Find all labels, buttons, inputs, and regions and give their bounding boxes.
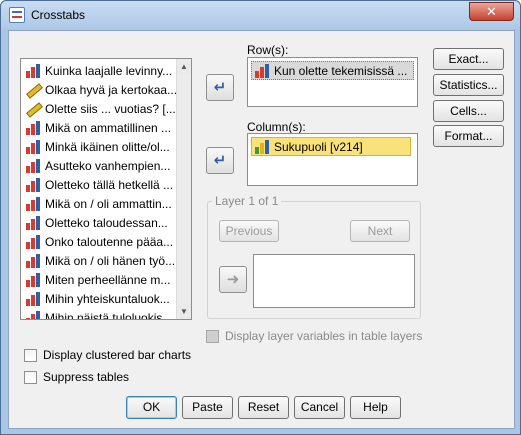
- variable-list-item[interactable]: Mihin näistä tuloluokis...: [21, 308, 178, 320]
- format-button[interactable]: Format...: [433, 125, 504, 147]
- dialog-body: Kuinka laajalle levinny... Olkaa hyvä ja …: [8, 30, 515, 429]
- variable-list-item[interactable]: Kuinka laajalle levinny...: [21, 61, 178, 80]
- variable-list-items: Kuinka laajalle levinny... Olkaa hyvä ja …: [21, 59, 178, 320]
- rows-list[interactable]: Kun olette tekemisissä ...: [247, 57, 418, 107]
- bar-chart-icon: [26, 158, 40, 173]
- crosstabs-window: Crosstabs ✕ Kuinka laajalle levinny... Ol…: [0, 0, 521, 435]
- variable-label: Oletteko taloudessan...: [45, 215, 168, 230]
- variable-list-item[interactable]: Oletteko tällä hetkellä ...: [21, 175, 178, 194]
- columns-item-label: Sukupuoli [v214]: [274, 139, 363, 154]
- reset-button[interactable]: Reset: [238, 396, 289, 419]
- bar-chart-icon: [26, 196, 40, 211]
- columns-label: Column(s):: [247, 120, 306, 134]
- statistics-button[interactable]: Statistics...: [433, 74, 504, 96]
- ok-button[interactable]: OK: [126, 396, 177, 419]
- bar-chart-icon: [26, 139, 40, 154]
- layer-list[interactable]: [253, 254, 415, 308]
- bar-chart-icon: [26, 177, 40, 192]
- crosstabs-app-icon: [9, 7, 25, 23]
- display-layer-variables-row: Display layer variables in table layers: [206, 329, 422, 343]
- variable-list-item[interactable]: Mihin yhteiskuntaluok...: [21, 289, 178, 308]
- ruler-icon: [26, 102, 40, 116]
- variable-list-item[interactable]: Asutteko vanhempien...: [21, 156, 178, 175]
- variable-list-item[interactable]: Mikä on / oli hänen työ...: [21, 251, 178, 270]
- cancel-button[interactable]: Cancel: [294, 396, 345, 419]
- variable-label: Mihin yhteiskuntaluok...: [45, 291, 170, 306]
- rows-label: Row(s):: [247, 43, 289, 57]
- variable-label: Olkaa hyvä ja kertokaa...: [45, 82, 178, 97]
- variable-label: Kuinka laajalle levinny...: [45, 63, 173, 78]
- suppress-tables-label: Suppress tables: [43, 370, 130, 384]
- variable-list-item[interactable]: Minkä ikäinen olitte/ol...: [21, 137, 178, 156]
- next-layer-button[interactable]: Next: [350, 220, 410, 242]
- columns-list[interactable]: Sukupuoli [v214]: [247, 133, 418, 186]
- ruler-icon: [26, 83, 40, 97]
- variable-list-scrollbar[interactable]: ▲ ▼: [176, 59, 191, 319]
- bar-chart-icon: [26, 253, 40, 268]
- bar-chart-icon: [255, 63, 269, 78]
- variable-list-item[interactable]: Mikä on / oli ammattin...: [21, 194, 178, 213]
- variable-label: Minkä ikäinen olitte/ol...: [45, 139, 170, 154]
- cells-button[interactable]: Cells...: [433, 100, 504, 122]
- rows-list-item[interactable]: Kun olette tekemisissä ...: [251, 61, 414, 80]
- bar-chart-icon: [26, 310, 40, 319]
- bar-chart-icon: [26, 120, 40, 135]
- previous-layer-button[interactable]: Previous: [219, 220, 279, 242]
- title-bar: Crosstabs ✕: [1, 1, 520, 29]
- bar-chart-icon: [26, 215, 40, 230]
- help-button[interactable]: Help: [350, 396, 401, 419]
- bar-chart-icon: [26, 63, 40, 78]
- variable-list-item[interactable]: Miten perheellänne m...: [21, 270, 178, 289]
- clustered-bar-charts-label: Display clustered bar charts: [43, 348, 192, 362]
- scroll-down-arrow-icon[interactable]: ▼: [177, 304, 191, 319]
- bar-chart-icon: [255, 139, 269, 154]
- clustered-bar-charts-checkbox[interactable]: [24, 348, 37, 362]
- variable-label: Onko taloutenne pääa...: [45, 234, 174, 249]
- move-arrow-icon: ↵: [213, 79, 227, 96]
- clustered-bar-charts-row: Display clustered bar charts: [24, 348, 191, 362]
- variable-list-item[interactable]: Onko taloutenne pääa...: [21, 232, 178, 251]
- variable-label: Olette siis ... vuotias? [...: [45, 101, 176, 116]
- display-layer-variables-label: Display layer variables in table layers: [225, 329, 423, 343]
- source-variable-list[interactable]: Kuinka laajalle levinny... Olkaa hyvä ja …: [20, 58, 192, 320]
- variable-label: Miten perheellänne m...: [45, 272, 171, 287]
- variable-label: Mikä on ammatillinen ...: [45, 120, 172, 135]
- variable-list-item[interactable]: Mikä on ammatillinen ...: [21, 118, 178, 137]
- variable-label: Mikä on / oli ammattin...: [45, 196, 172, 211]
- move-right-arrow-icon: ➜: [226, 271, 240, 288]
- bar-chart-icon: [26, 234, 40, 249]
- close-button[interactable]: ✕: [469, 2, 514, 21]
- exact-button[interactable]: Exact...: [433, 48, 504, 70]
- variable-label: Oletteko tällä hetkellä ...: [45, 177, 174, 192]
- bar-chart-icon: [26, 291, 40, 306]
- variable-list-item[interactable]: Olette siis ... vuotias? [...: [21, 99, 178, 118]
- rows-item-label: Kun olette tekemisissä ...: [274, 63, 408, 78]
- layer-title: Layer 1 of 1: [212, 194, 282, 208]
- move-to-columns-button[interactable]: ↵: [206, 147, 234, 174]
- suppress-tables-row: Suppress tables: [24, 370, 129, 384]
- columns-list-item[interactable]: Sukupuoli [v214]: [251, 137, 411, 156]
- scroll-up-arrow-icon[interactable]: ▲: [177, 59, 191, 74]
- variable-label: Mihin näistä tuloluokis...: [45, 310, 173, 320]
- suppress-tables-checkbox[interactable]: [24, 370, 37, 384]
- variable-label: Asutteko vanhempien...: [45, 158, 171, 173]
- bar-chart-icon: [26, 272, 40, 287]
- variable-list-item[interactable]: Olkaa hyvä ja kertokaa...: [21, 80, 178, 99]
- variable-label: Mikä on / oli hänen työ...: [45, 253, 176, 268]
- paste-button[interactable]: Paste: [182, 396, 233, 419]
- display-layer-variables-checkbox[interactable]: [206, 329, 219, 343]
- move-to-layer-button[interactable]: ➜: [219, 266, 247, 293]
- window-title: Crosstabs: [31, 8, 86, 22]
- variable-list-item[interactable]: Oletteko taloudessan...: [21, 213, 178, 232]
- move-to-rows-button[interactable]: ↵: [206, 74, 234, 101]
- move-arrow-icon: ↵: [213, 152, 227, 169]
